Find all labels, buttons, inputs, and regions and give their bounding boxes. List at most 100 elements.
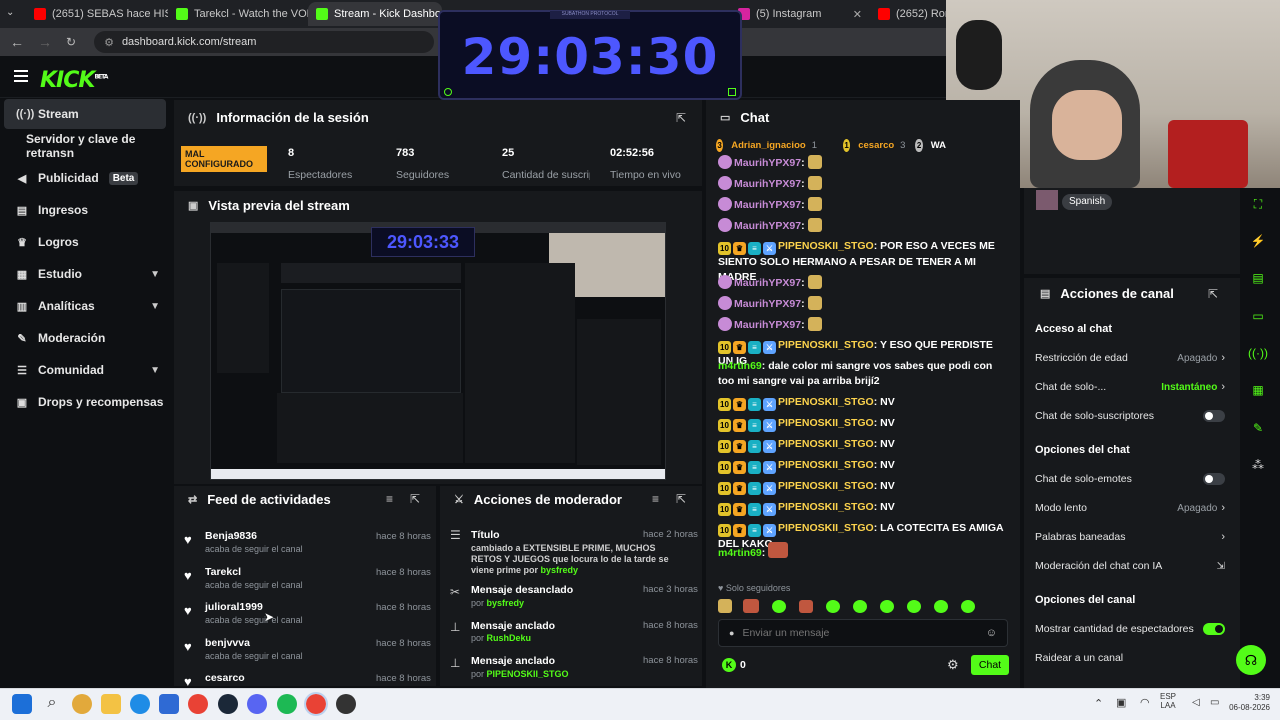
leader-name[interactable]: Adrian_ignacioo [731,140,805,151]
feed-item[interactable]: ♥ julioral1999 hace 8 horas acaba de seguir… [180,601,432,635]
chat-username[interactable]: PIPENOSKII_STGO [778,459,874,471]
obs-icon[interactable] [336,694,356,714]
lightning-icon[interactable]: ⚡ [1246,229,1270,253]
chat-message[interactable]: MaurihYPX97: [718,155,1010,171]
face-emote-icon[interactable] [743,599,759,613]
chat-username[interactable]: MaurihYPX97 [734,199,801,211]
chat-username[interactable]: MaurihYPX97 [734,157,801,169]
kick-emote-icon[interactable] [961,599,975,613]
chat-username[interactable]: MaurihYPX97 [734,277,801,289]
feed-user[interactable]: Tarekcl [205,566,241,578]
sidebar-item-analiticas[interactable]: ▥ Analíticas ▼ [4,291,166,321]
sidebar-item-moderacion[interactable]: ✎ Moderación [4,323,166,353]
setting-toggle[interactable] [1203,623,1225,635]
face-emote-icon[interactable] [799,599,813,613]
chat-username[interactable]: MaurihYPX97 [734,298,801,310]
language-tag[interactable]: Spanish [1062,194,1113,210]
popout-icon[interactable]: ⇱ [676,111,686,125]
chat-username[interactable]: m4rtin69 [718,360,762,372]
setting-toggle[interactable] [1203,410,1225,422]
kick-emote-icon[interactable] [853,599,867,613]
moderator-link[interactable]: PIPENOSKII_STGO [487,669,569,679]
battery-icon[interactable]: ▭ [1210,697,1219,708]
feed-item[interactable]: ♥ cesarco hace 8 horas [180,672,432,686]
chat-message-field[interactable] [742,627,978,639]
kick-emote-icon[interactable] [934,599,948,613]
layout-icon[interactable]: ▦ [1246,378,1270,402]
kick-emote-icon[interactable] [907,599,921,613]
kick-emote-icon[interactable] [772,599,786,613]
chat-message[interactable]: 10 ♛ ≡ ⚔ PIPENOSKII_STGO: NV [718,395,1010,411]
input-language[interactable]: ESP LAA [1160,692,1176,710]
channel-setting-row[interactable]: Moderación del chat con IA ⇲ [1035,552,1225,580]
sidebar-item-stream[interactable]: ((·)) Stream [4,99,166,129]
popout-icon[interactable]: ⇱ [676,492,686,506]
chat-bubble-icon[interactable]: ▭ [1246,304,1270,328]
spotify-icon[interactable] [277,694,297,714]
feed-item[interactable]: ♥ benjvvva hace 8 horas acaba de seguir el … [180,637,432,671]
chrome-icon[interactable] [188,694,208,714]
chat-username[interactable]: m4rtin69 [718,547,762,559]
chat-message[interactable]: 10 ♛ ≡ ⚔ PIPENOSKII_STGO: NV [718,416,1010,432]
folder-icon[interactable] [101,694,121,714]
chevron-up-icon[interactable]: ⌃ [1094,697,1103,710]
moderator-link[interactable]: RushDeku [487,633,532,643]
support-chat-icon[interactable]: ☊ [1236,645,1266,675]
sidebar-item-server-key[interactable]: Servidor y clave de retransn [4,131,166,161]
copilot-icon[interactable] [72,694,92,714]
status-badge[interactable]: MAL CONFIGURADO [181,146,267,172]
moderator-link[interactable]: bysfredy [541,565,579,575]
popout-icon[interactable]: ⇱ [410,492,420,506]
network-icon[interactable]: ▣ [1116,696,1126,709]
chat-message[interactable]: 10 ♛ ≡ ⚔ PIPENOSKII_STGO: NV [718,479,1010,495]
emoji-icon[interactable]: ☺ [986,627,997,639]
channel-setting-row[interactable]: Palabras baneadas › [1035,523,1225,551]
chat-message[interactable]: MaurihYPX97: [718,275,1010,291]
channel-setting-row[interactable]: Chat de solo-suscriptores [1035,402,1225,430]
chat-username[interactable]: MaurihYPX97 [734,319,801,331]
url-field[interactable]: ⚙ dashboard.kick.com/stream [94,31,435,53]
chrome-active-icon[interactable] [304,692,328,716]
clock[interactable]: 3:39 06-08-2026 [1226,693,1270,713]
chat-username[interactable]: PIPENOSKII_STGO [778,438,874,450]
forward-icon[interactable]: → [38,34,52,50]
filter-icon[interactable]: ≡ [652,492,659,506]
chat-username[interactable]: PIPENOSKII_STGO [778,501,874,513]
chat-username[interactable]: PIPENOSKII_STGO [778,240,874,252]
steam-icon[interactable] [218,694,238,714]
apps-icon[interactable]: ⁂ [1246,453,1270,477]
back-icon[interactable]: ← [10,34,24,50]
chat-message[interactable]: MaurihYPX97: [718,197,1010,213]
edge-icon[interactable] [130,694,150,714]
feed-item[interactable]: ♥ Benja9836 hace 8 horas acaba de seguir el… [180,530,432,564]
chat-username[interactable]: PIPENOSKII_STGO [778,396,874,408]
browser-tab-4[interactable]: (5) Instagram ✕ [730,2,870,26]
volume-icon[interactable]: ◁ [1192,697,1200,708]
chat-message[interactable]: MaurihYPX97: [718,317,1010,333]
sidebar-item-estudio[interactable]: ▦ Estudio ▼ [4,259,166,289]
store-icon[interactable] [159,694,179,714]
reload-icon[interactable]: ↻ [66,35,76,49]
sidebar-item-comunidad[interactable]: ☰ Comunidad ▼ [4,355,166,385]
clap-emote-icon[interactable] [718,599,732,613]
chat-message[interactable]: MaurihYPX97: [718,296,1010,312]
channel-setting-row[interactable]: Chat de solo-emotes [1035,465,1225,493]
chat-message[interactable]: 10 ♛ ≡ ⚔ PIPENOSKII_STGO: NV [718,500,1010,516]
chat-username[interactable]: MaurihYPX97 [734,220,801,232]
chat-username[interactable]: PIPENOSKII_STGO [778,339,874,351]
leader-name[interactable]: WA [931,140,946,151]
channel-points-icon[interactable]: K [722,658,736,672]
sidebar-item-logros[interactable]: ♛ Logros [4,227,166,257]
feed-user[interactable]: julioral1999 [205,601,263,613]
channel-setting-row[interactable]: Chat de solo-... Instantáneo › [1035,373,1225,401]
chat-username[interactable]: PIPENOSKII_STGO [778,480,874,492]
browser-tab-2[interactable]: Tarekcl - Watch the VOD ✕ [168,2,308,26]
feed-item[interactable]: ♥ Tarekcl hace 8 horas acaba de seguir el c… [180,566,432,600]
browser-tab-5[interactable]: (2652) Romaig [870,2,946,26]
notes-icon[interactable]: ▤ [1246,266,1270,290]
feed-user[interactable]: benjvvva [205,637,250,649]
channel-setting-row[interactable]: Restricción de edad Apagado › [1035,344,1225,372]
chat-message[interactable]: MaurihYPX97: [718,218,1010,234]
setting-toggle[interactable] [1203,473,1225,485]
sidebar-item-ingresos[interactable]: ▤ Ingresos [4,195,166,225]
